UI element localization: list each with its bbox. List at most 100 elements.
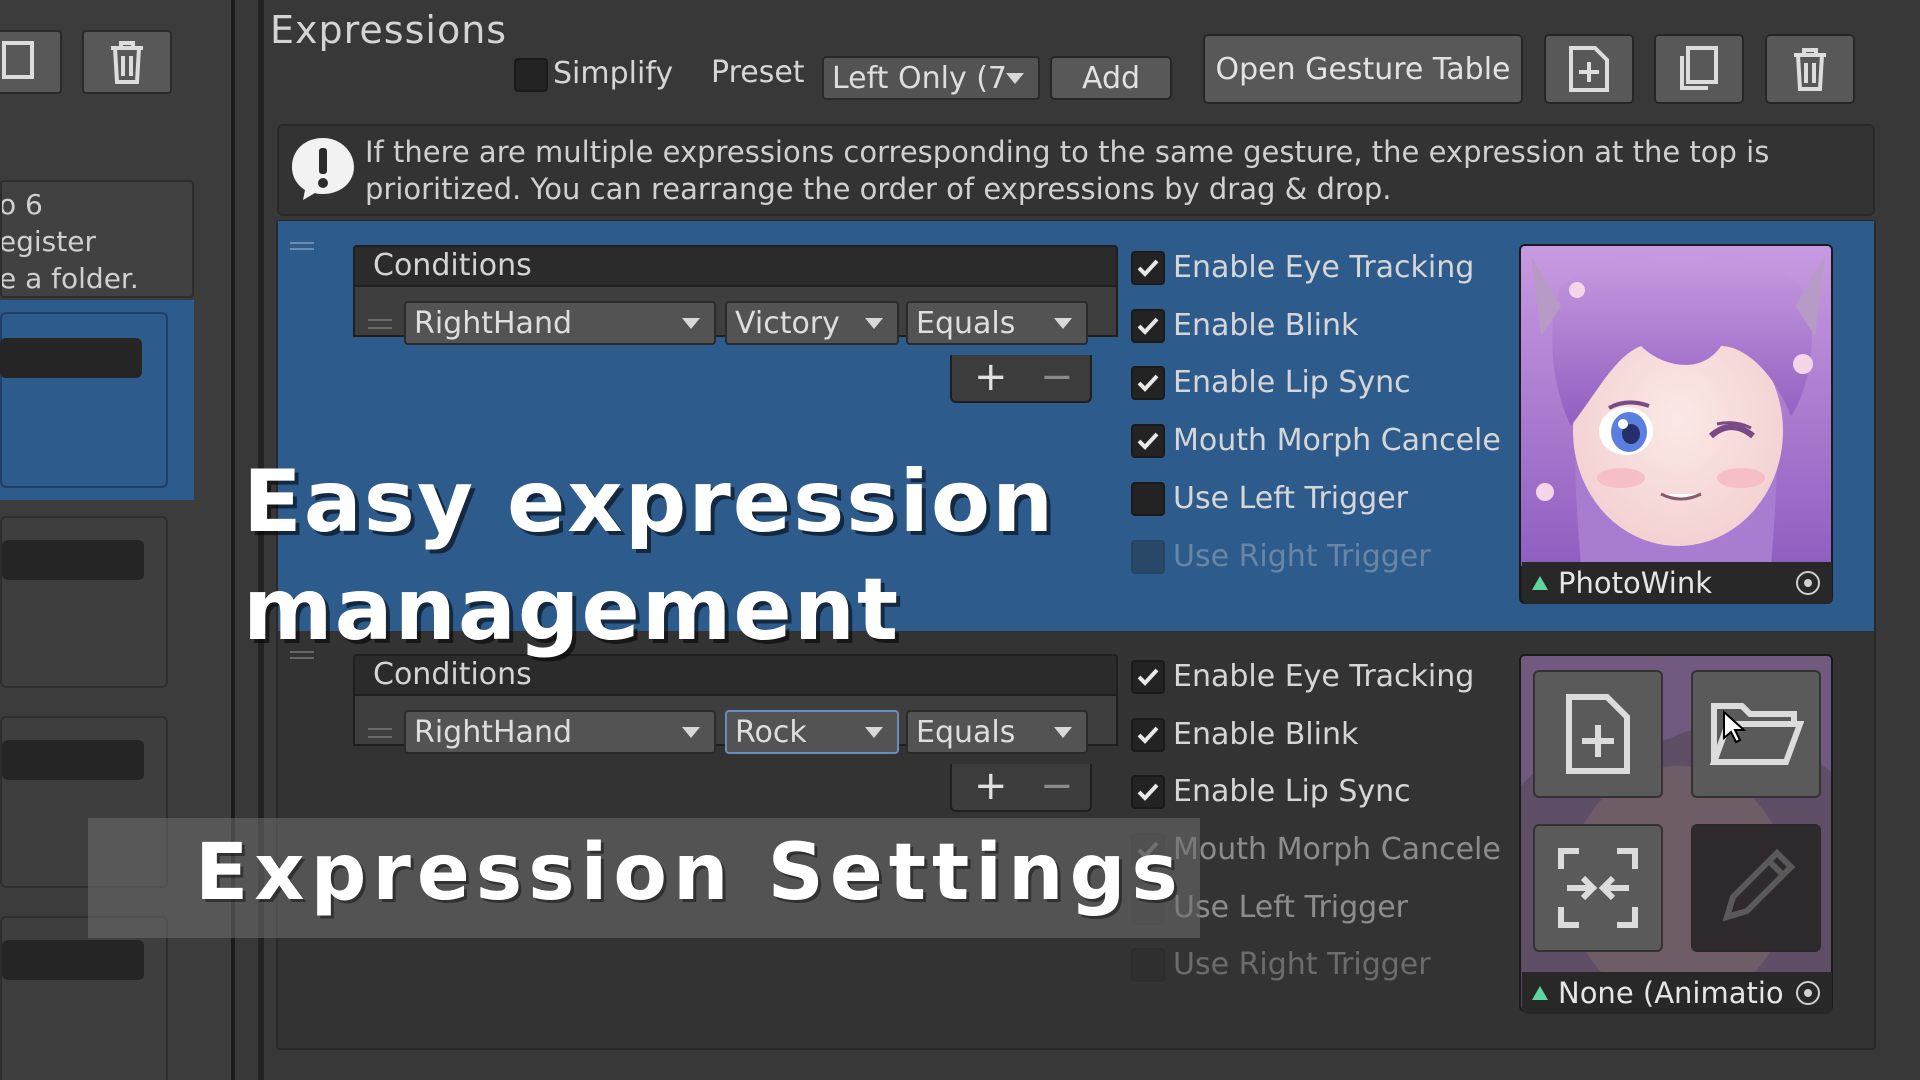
object-picker-icon[interactable] — [1796, 981, 1820, 1005]
left-selected-item[interactable] — [0, 300, 194, 500]
right-trigger-checkbox[interactable] — [1131, 948, 1165, 982]
left-trigger-checkbox[interactable] — [1131, 482, 1165, 516]
option-label: Use Left Trigger — [1173, 890, 1409, 925]
operator-dropdown[interactable]: Equals — [906, 301, 1088, 345]
operator-value: Equals — [916, 714, 1016, 750]
merge-icon — [1558, 848, 1638, 928]
check-icon — [1137, 374, 1159, 392]
open-gesture-table-button[interactable]: Open Gesture Table — [1203, 34, 1523, 104]
left-note-line: te a folder. — [0, 262, 139, 295]
add-preset-button[interactable]: Add — [1050, 56, 1172, 100]
duplicate-icon — [2, 41, 34, 79]
mouth-morph-checkbox[interactable] — [1131, 424, 1165, 458]
preset-dropdown[interactable]: Left Only (7 — [822, 56, 1040, 100]
condition-add-remove: + − — [950, 355, 1092, 403]
gesture-dropdown[interactable]: Victory — [725, 301, 899, 345]
trash-icon — [1794, 48, 1826, 91]
plus-icon[interactable]: + — [974, 355, 1008, 399]
open-folder-button[interactable] — [1691, 670, 1821, 798]
left-list-item[interactable] — [0, 516, 168, 688]
left-field[interactable] — [2, 740, 144, 780]
option-label: Mouth Morph Cancele — [1173, 423, 1501, 458]
check-icon — [1137, 259, 1159, 277]
gesture-value: Victory — [735, 305, 840, 341]
object-picker-icon[interactable] — [1796, 571, 1820, 595]
left-field[interactable] — [2, 940, 144, 980]
option-label: Enable Blink — [1173, 717, 1359, 752]
add-file-icon — [1569, 46, 1609, 92]
operator-dropdown[interactable]: Equals — [906, 710, 1088, 754]
hand-dropdown[interactable]: RightHand — [404, 710, 716, 754]
animation-name: PhotoWink — [1558, 566, 1712, 600]
eye-tracking-checkbox[interactable] — [1131, 251, 1165, 285]
option-label: Enable Lip Sync — [1173, 365, 1411, 400]
left-field[interactable] — [2, 540, 144, 580]
animation-name: None (Animatio — [1558, 976, 1784, 1010]
duplicate-button-left[interactable] — [0, 30, 62, 94]
chevron-down-icon — [1006, 73, 1024, 84]
plus-icon[interactable]: + — [974, 764, 1008, 808]
headline-overlay: Easy expression management — [243, 448, 1055, 664]
pencil-icon — [1722, 848, 1796, 922]
conditions-header: Conditions — [353, 245, 1118, 287]
blink-checkbox[interactable] — [1131, 309, 1165, 343]
left-note-line: to 6 — [0, 188, 43, 221]
preset-label: Preset — [711, 55, 805, 90]
chevron-down-icon — [865, 318, 883, 329]
condition-drag-handle[interactable] — [368, 728, 392, 738]
simplify-label: Simplify — [553, 56, 674, 91]
minus-icon[interactable]: − — [1040, 355, 1074, 399]
drag-handle[interactable] — [290, 242, 314, 250]
chevron-down-icon — [1054, 727, 1072, 738]
gesture-value: Rock — [735, 714, 807, 750]
duplicate-icon — [1680, 46, 1718, 90]
lip-sync-checkbox[interactable] — [1131, 366, 1165, 400]
simplify-checkbox[interactable] — [514, 58, 548, 92]
animation-field[interactable]: None (Animatio — [1522, 972, 1832, 1014]
option-label: Use Right Trigger — [1173, 947, 1431, 982]
left-note: to 6 register te a folder. — [0, 180, 194, 298]
condition-add-remove: + − — [950, 764, 1092, 812]
animation-thumbnail — [1519, 244, 1833, 604]
preset-value: Left Only (7 — [832, 60, 1008, 96]
trash-icon — [111, 41, 143, 84]
chevron-down-icon — [682, 727, 700, 738]
right-trigger-checkbox[interactable] — [1131, 540, 1165, 574]
check-icon — [1137, 317, 1159, 335]
animation-thumbnail — [1519, 654, 1833, 1012]
check-icon — [1137, 783, 1159, 801]
option-label: Enable Eye Tracking — [1173, 659, 1475, 694]
headline-line: Easy expression — [243, 452, 1056, 552]
new-expression-button[interactable] — [1544, 34, 1634, 104]
minus-icon[interactable]: − — [1040, 764, 1074, 808]
avatar-preview-image — [1521, 246, 1831, 566]
option-label: Mouth Morph Cancele — [1173, 832, 1501, 867]
lip-sync-checkbox[interactable] — [1131, 775, 1165, 809]
edit-button[interactable] — [1691, 824, 1821, 952]
blink-checkbox[interactable] — [1131, 718, 1165, 752]
info-text: If there are multiple expressions corres… — [365, 135, 1770, 206]
delete-expression-button[interactable] — [1765, 34, 1855, 104]
check-icon — [1137, 726, 1159, 744]
chevron-down-icon — [682, 318, 700, 329]
delete-button-left[interactable] — [82, 30, 172, 94]
left-field[interactable] — [0, 338, 142, 378]
combine-button[interactable] — [1533, 824, 1663, 952]
option-label: Use Left Trigger — [1173, 481, 1409, 516]
warning-icon — [292, 138, 354, 200]
left-note-line: register — [0, 225, 96, 258]
left-list-item[interactable] — [0, 916, 168, 1080]
eye-tracking-checkbox[interactable] — [1131, 660, 1165, 694]
animation-field[interactable]: PhotoWink — [1522, 562, 1832, 604]
operator-value: Equals — [916, 305, 1016, 341]
duplicate-expression-button[interactable] — [1654, 34, 1744, 104]
hand-dropdown[interactable]: RightHand — [404, 301, 716, 345]
hand-value: RightHand — [414, 714, 572, 750]
caption-text: Expression Settings — [195, 828, 1184, 918]
condition-drag-handle[interactable] — [368, 319, 392, 329]
gesture-dropdown[interactable]: Rock — [725, 710, 899, 754]
create-animation-button[interactable] — [1533, 670, 1663, 798]
chevron-down-icon — [1054, 318, 1072, 329]
option-label: Use Right Trigger — [1173, 539, 1431, 574]
chevron-down-icon — [865, 727, 883, 738]
